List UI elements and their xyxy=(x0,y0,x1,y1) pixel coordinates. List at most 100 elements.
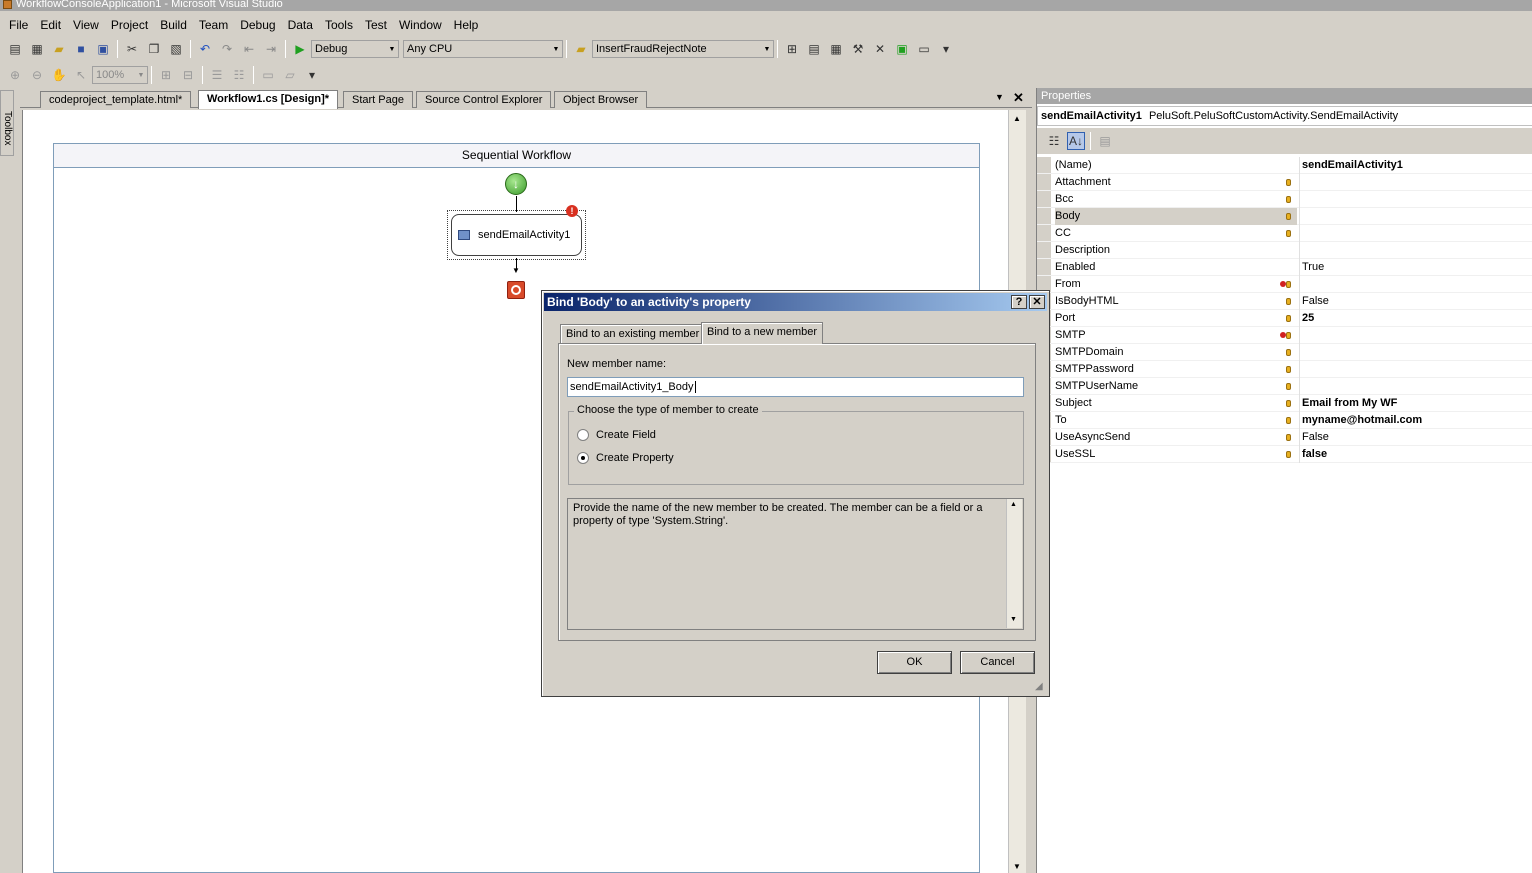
platform-combo[interactable]: Any CPU ▼ xyxy=(403,40,563,58)
tab-bind-new-member[interactable]: Bind to a new member xyxy=(701,322,824,344)
paste-icon[interactable]: ▧ xyxy=(167,40,185,58)
validation-error-icon[interactable]: ! xyxy=(566,205,578,217)
redo-icon[interactable]: ↷ xyxy=(218,40,236,58)
bind-property-icon[interactable] xyxy=(1286,213,1291,220)
tools-icon[interactable]: ✕ xyxy=(871,40,889,58)
toolbar-options-icon[interactable]: ▾ xyxy=(937,40,955,58)
save-as-image-icon[interactable]: ▭ xyxy=(259,66,277,84)
property-row[interactable]: Subject Email from My WF xyxy=(1037,395,1532,412)
properties-object-selector[interactable]: sendEmailActivity1 PeluSoft.PeluSoftCust… xyxy=(1037,106,1532,126)
property-value[interactable]: sendEmailActivity1 xyxy=(1299,157,1532,174)
menu-view[interactable]: View xyxy=(67,15,105,35)
tab-list-dropdown-icon[interactable]: ▼ xyxy=(995,92,1004,102)
property-value[interactable] xyxy=(1299,276,1532,293)
new-member-name-input[interactable]: sendEmailActivity1_Body xyxy=(567,377,1024,397)
help-button[interactable]: ? xyxy=(1011,295,1027,309)
properties-window-icon[interactable]: ▤ xyxy=(805,40,823,58)
bind-property-icon[interactable] xyxy=(1286,298,1291,305)
resize-grip-icon[interactable]: ◢ xyxy=(1035,681,1043,692)
bind-property-icon[interactable] xyxy=(1286,196,1291,203)
find-in-files-icon[interactable]: ▰ xyxy=(572,40,590,58)
collapse-icon[interactable]: ⊟ xyxy=(179,66,197,84)
property-row[interactable]: To myname@hotmail.com xyxy=(1037,412,1532,429)
cancel-button[interactable]: Cancel xyxy=(960,651,1035,674)
align-icon[interactable]: ☰ xyxy=(208,66,226,84)
close-icon[interactable]: ✕ xyxy=(1029,295,1045,309)
print-icon[interactable]: ▱ xyxy=(281,66,299,84)
property-row[interactable]: Description xyxy=(1037,242,1532,259)
property-row[interactable]: IsBodyHTML False xyxy=(1037,293,1532,310)
property-row[interactable]: CC xyxy=(1037,225,1532,242)
zoom-combo[interactable]: 100% ▼ xyxy=(92,66,148,84)
tab-object-browser[interactable]: Object Browser xyxy=(554,91,648,108)
close-tab-icon[interactable]: ✕ xyxy=(1013,90,1024,106)
zoom-in-icon[interactable]: ⊕ xyxy=(6,66,24,84)
bind-property-icon[interactable] xyxy=(1286,400,1291,407)
property-pages-icon[interactable]: ▤ xyxy=(1096,132,1114,150)
create-property-radio[interactable] xyxy=(577,452,589,464)
bind-property-icon[interactable] xyxy=(1286,366,1291,373)
bind-property-icon[interactable] xyxy=(1286,434,1291,441)
property-row[interactable]: Bcc xyxy=(1037,191,1532,208)
navigate-back-icon[interactable]: ⇤ xyxy=(240,40,258,58)
create-field-radio[interactable] xyxy=(577,429,589,441)
property-row[interactable]: Enabled True xyxy=(1037,259,1532,276)
description-scrollbar[interactable]: ▲ ▼ xyxy=(1006,499,1022,628)
object-browser-icon[interactable]: ▦ xyxy=(827,40,845,58)
toolbox-tab[interactable]: Toolbox xyxy=(0,90,14,156)
save-all-icon[interactable]: ▣ xyxy=(94,40,112,58)
menu-data[interactable]: Data xyxy=(282,15,319,35)
tab-start-page[interactable]: Start Page xyxy=(343,91,413,108)
navigate-forward-icon[interactable]: ⇥ xyxy=(262,40,280,58)
property-value[interactable] xyxy=(1299,327,1532,344)
property-value[interactable] xyxy=(1299,174,1532,191)
command-window-icon[interactable]: ▭ xyxy=(915,40,933,58)
scroll-up-icon[interactable]: ▲ xyxy=(1010,501,1017,508)
property-value[interactable] xyxy=(1299,225,1532,242)
cut-icon[interactable]: ✂ xyxy=(123,40,141,58)
property-row[interactable]: Attachment xyxy=(1037,174,1532,191)
save-icon[interactable]: ■ xyxy=(72,40,90,58)
pointer-icon[interactable]: ↖ xyxy=(72,66,90,84)
tab-workflow1-design[interactable]: Workflow1.cs [Design]* xyxy=(198,90,339,109)
new-project-icon[interactable]: ▤ xyxy=(6,40,24,58)
property-value[interactable]: Email from My WF xyxy=(1299,395,1532,412)
menu-build[interactable]: Build xyxy=(154,15,193,35)
configuration-combo[interactable]: Debug ▼ xyxy=(311,40,399,58)
indent-icon[interactable]: ☷ xyxy=(230,66,248,84)
property-value[interactable]: True xyxy=(1299,259,1532,276)
menu-file[interactable]: File xyxy=(3,15,34,35)
property-value[interactable] xyxy=(1299,361,1532,378)
property-row[interactable]: SMTP xyxy=(1037,327,1532,344)
menu-tools[interactable]: Tools xyxy=(319,15,359,35)
tab-bind-existing-member[interactable]: Bind to an existing member xyxy=(560,324,706,344)
tab-codeproject-template[interactable]: codeproject_template.html* xyxy=(40,91,192,108)
scroll-down-icon[interactable]: ▼ xyxy=(1013,862,1021,871)
property-row[interactable]: Port 25 xyxy=(1037,310,1532,327)
property-value[interactable] xyxy=(1299,208,1532,225)
scroll-down-icon[interactable]: ▼ xyxy=(1010,616,1017,623)
scroll-up-icon[interactable]: ▲ xyxy=(1013,114,1021,123)
property-row[interactable]: SMTPPassword xyxy=(1037,361,1532,378)
undo-icon[interactable]: ↶ xyxy=(196,40,214,58)
property-value[interactable]: 25 xyxy=(1299,310,1532,327)
tab-source-control-explorer[interactable]: Source Control Explorer xyxy=(416,91,552,108)
menu-project[interactable]: Project xyxy=(105,15,154,35)
toolbox-icon[interactable]: ⚒ xyxy=(849,40,867,58)
property-value[interactable] xyxy=(1299,378,1532,395)
property-row[interactable]: (Name) sendEmailActivity1 xyxy=(1037,157,1532,174)
ok-button[interactable]: OK xyxy=(877,651,952,674)
toolbar-options-icon[interactable]: ▾ xyxy=(303,66,321,84)
pan-icon[interactable]: ✋ xyxy=(50,66,68,84)
bind-property-icon[interactable] xyxy=(1286,417,1291,424)
property-value[interactable]: False xyxy=(1299,429,1532,446)
bind-property-icon[interactable] xyxy=(1286,315,1291,322)
property-row[interactable]: UseSSL false xyxy=(1037,446,1532,463)
property-value[interactable]: false xyxy=(1299,446,1532,463)
property-value[interactable] xyxy=(1299,344,1532,361)
solution-explorer-icon[interactable]: ⊞ xyxy=(783,40,801,58)
categorized-icon[interactable]: ☷ xyxy=(1045,132,1063,150)
start-page-icon[interactable]: ▣ xyxy=(893,40,911,58)
bind-property-icon[interactable] xyxy=(1286,332,1291,339)
bind-property-icon[interactable] xyxy=(1286,281,1291,288)
